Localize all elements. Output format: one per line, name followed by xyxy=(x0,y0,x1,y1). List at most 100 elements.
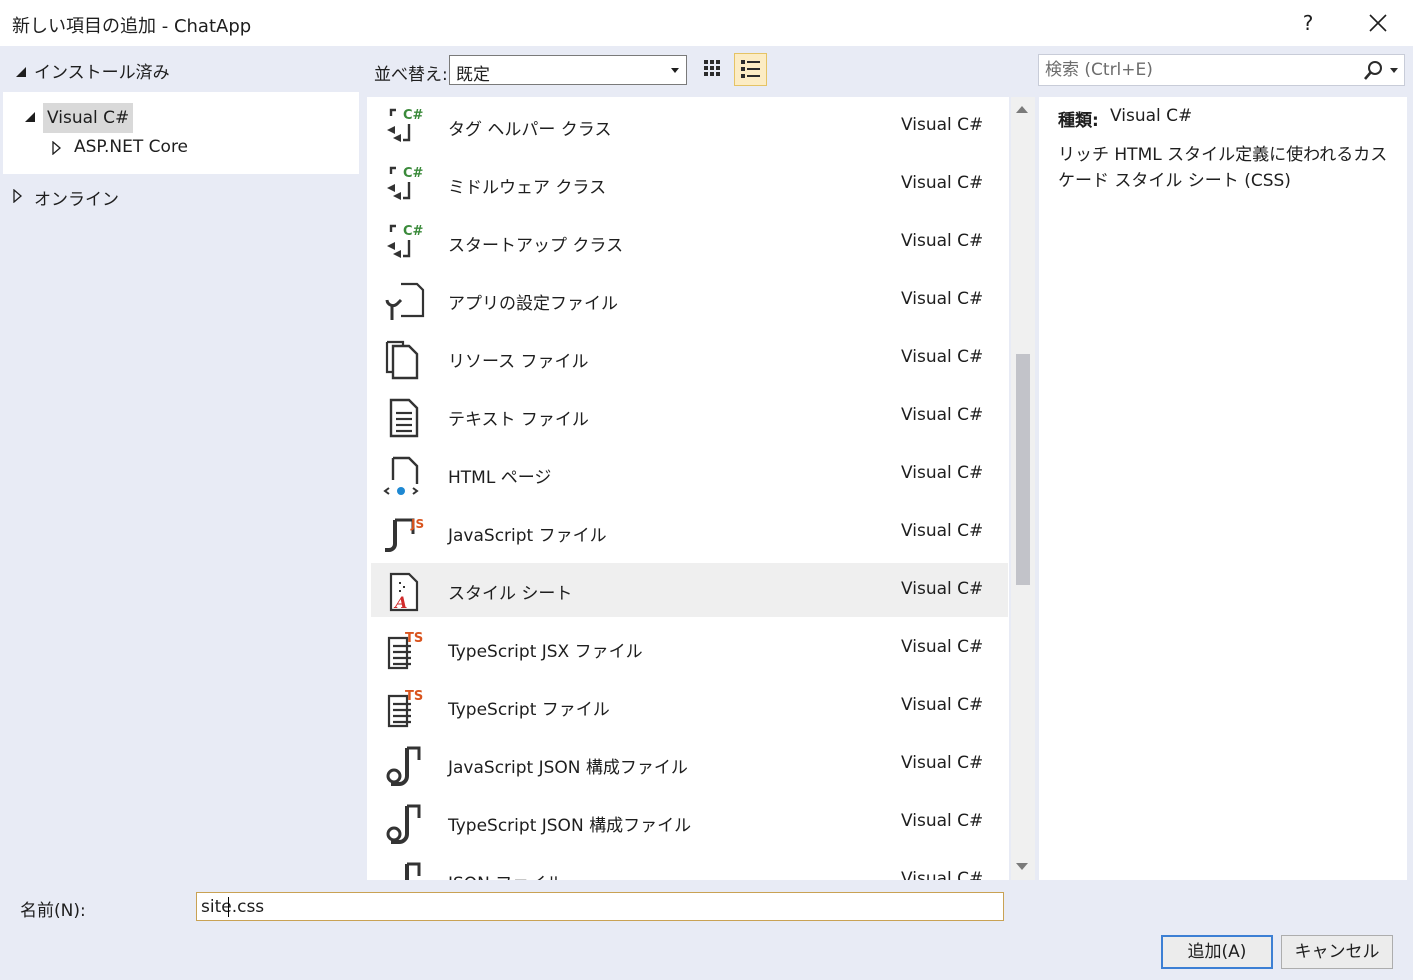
template-row[interactable]: A スタイル シート Visual C# xyxy=(371,563,1008,617)
tree-item-online[interactable]: オンライン xyxy=(34,185,119,210)
svg-text:JS: JS xyxy=(410,517,424,531)
name-input[interactable] xyxy=(201,896,991,918)
scroll-up-arrow-icon[interactable] xyxy=(1016,106,1028,113)
expanded-triangle-icon[interactable] xyxy=(23,110,37,124)
template-name: TypeScript ファイル xyxy=(448,700,610,720)
csharp-class-icon: C# xyxy=(383,106,427,150)
chevron-down-icon xyxy=(671,68,679,73)
template-row[interactable]: HTML ページ Visual C# xyxy=(371,447,1008,501)
svg-text:A: A xyxy=(393,593,407,612)
sort-dropdown[interactable]: 既定 xyxy=(449,55,687,85)
template-row[interactable]: TypeScript JSON 構成ファイル Visual C# xyxy=(371,795,1008,849)
detail-description: リッチ HTML スタイル定義に使われるカスケード スタイル シート (CSS) xyxy=(1058,145,1388,191)
svg-text:C#: C# xyxy=(403,224,424,239)
window-title: 新しい項目の追加 - ChatApp xyxy=(12,16,252,37)
template-name: JSON ファイル xyxy=(448,869,563,880)
template-row[interactable]: JS JavaScript ファイル Visual C# xyxy=(371,505,1008,559)
template-language: Visual C# xyxy=(901,753,984,773)
template-language: Visual C# xyxy=(901,173,984,193)
template-language: Visual C# xyxy=(901,579,984,599)
template-name: タグ ヘルパー クラス xyxy=(448,120,612,140)
javascript-file-icon: JS xyxy=(383,512,427,556)
json-config-icon xyxy=(383,860,427,880)
template-row[interactable]: C# ミドルウェア クラス Visual C# xyxy=(371,157,1008,211)
settings-file-icon xyxy=(383,280,427,324)
detail-kind-value: Visual C# xyxy=(1110,106,1193,126)
template-row[interactable]: テキスト ファイル Visual C# xyxy=(371,389,1008,443)
add-button[interactable]: 追加(A) xyxy=(1161,935,1273,969)
stylesheet-icon: A xyxy=(383,570,427,614)
template-name: HTML ページ xyxy=(448,468,552,488)
svg-text:C#: C# xyxy=(403,166,424,181)
html-page-icon xyxy=(383,454,427,498)
template-row[interactable]: JSON ファイル Visual C# xyxy=(371,853,1008,880)
svg-text:C#: C# xyxy=(403,108,424,123)
template-language: Visual C# xyxy=(901,347,984,367)
json-config-icon xyxy=(383,802,427,846)
collapsed-triangle-icon[interactable] xyxy=(13,189,23,203)
template-language: Visual C# xyxy=(901,463,984,483)
detail-kind-label: 種類: xyxy=(1058,111,1099,131)
template-row[interactable]: JavaScript JSON 構成ファイル Visual C# xyxy=(371,737,1008,791)
template-name: TypeScript JSX ファイル xyxy=(448,642,643,662)
template-row[interactable]: C# スタートアップ クラス Visual C# xyxy=(371,215,1008,269)
tree-item-visual-csharp[interactable]: Visual C# xyxy=(43,103,134,133)
scrollbar-thumb[interactable] xyxy=(1016,354,1030,585)
scroll-down-arrow-icon[interactable] xyxy=(1016,863,1028,870)
small-icons-view-button[interactable] xyxy=(700,55,726,85)
grid-view-icon xyxy=(704,60,720,76)
search-box[interactable] xyxy=(1038,54,1405,86)
text-file-icon xyxy=(383,396,427,440)
template-name: TypeScript JSON 構成ファイル xyxy=(448,816,692,836)
template-language: Visual C# xyxy=(901,811,984,831)
template-language: Visual C# xyxy=(901,521,984,541)
typescript-file-icon: TS xyxy=(383,628,427,672)
template-name: スタートアップ クラス xyxy=(448,236,624,256)
name-field[interactable] xyxy=(196,892,1004,921)
help-button[interactable]: ? xyxy=(1296,8,1320,38)
tree-item-installed[interactable]: インストール済み xyxy=(14,58,170,83)
template-row[interactable]: アプリの設定ファイル Visual C# xyxy=(371,273,1008,327)
typescript-file-icon: TS xyxy=(383,686,427,730)
list-view-button[interactable] xyxy=(734,53,767,86)
text-caret xyxy=(228,897,229,917)
template-name: テキスト ファイル xyxy=(448,410,589,430)
template-name: JavaScript JSON 構成ファイル xyxy=(448,758,688,778)
template-name: リソース ファイル xyxy=(448,352,589,372)
template-language: Visual C# xyxy=(901,115,984,135)
json-config-icon xyxy=(383,744,427,788)
template-row[interactable]: TS TypeScript JSX ファイル Visual C# xyxy=(371,621,1008,675)
details-panel xyxy=(1039,97,1407,880)
cancel-button[interactable]: キャンセル xyxy=(1281,935,1393,969)
name-label: 名前(N): xyxy=(20,901,86,921)
template-language: Visual C# xyxy=(901,637,984,657)
search-icon[interactable] xyxy=(1363,60,1403,82)
tree-item-aspnet-core[interactable]: ASP.NET Core xyxy=(74,137,188,157)
collapsed-triangle-icon[interactable] xyxy=(52,141,62,155)
template-row[interactable]: リソース ファイル Visual C# xyxy=(371,331,1008,385)
svg-text:TS: TS xyxy=(405,689,423,704)
close-button[interactable] xyxy=(1360,8,1394,38)
template-name: スタイル シート xyxy=(448,584,573,604)
list-view-icon xyxy=(741,60,760,78)
template-row[interactable]: TS TypeScript ファイル Visual C# xyxy=(371,679,1008,733)
svg-text:TS: TS xyxy=(405,631,423,646)
template-language: Visual C# xyxy=(901,289,984,309)
template-language: Visual C# xyxy=(901,695,984,715)
template-row[interactable]: C# タグ ヘルパー クラス Visual C# xyxy=(371,99,1008,153)
csharp-class-icon: C# xyxy=(383,222,427,266)
template-language: Visual C# xyxy=(901,231,984,251)
template-name: アプリの設定ファイル xyxy=(448,294,618,314)
csharp-class-icon: C# xyxy=(383,164,427,208)
expanded-triangle-icon xyxy=(16,67,26,77)
template-language: Visual C# xyxy=(901,405,984,425)
close-icon xyxy=(1369,14,1387,32)
template-list: C# タグ ヘルパー クラス Visual C# C# ミドルウェア クラス Visual… xyxy=(367,97,1009,880)
template-language: Visual C# xyxy=(901,869,984,880)
template-name: JavaScript ファイル xyxy=(448,526,607,546)
resource-file-icon xyxy=(383,338,427,382)
template-name: ミドルウェア クラス xyxy=(448,178,607,198)
sort-label: 並べ替え: xyxy=(374,65,448,85)
sort-value: 既定 xyxy=(456,65,490,85)
search-input[interactable] xyxy=(1045,59,1345,81)
